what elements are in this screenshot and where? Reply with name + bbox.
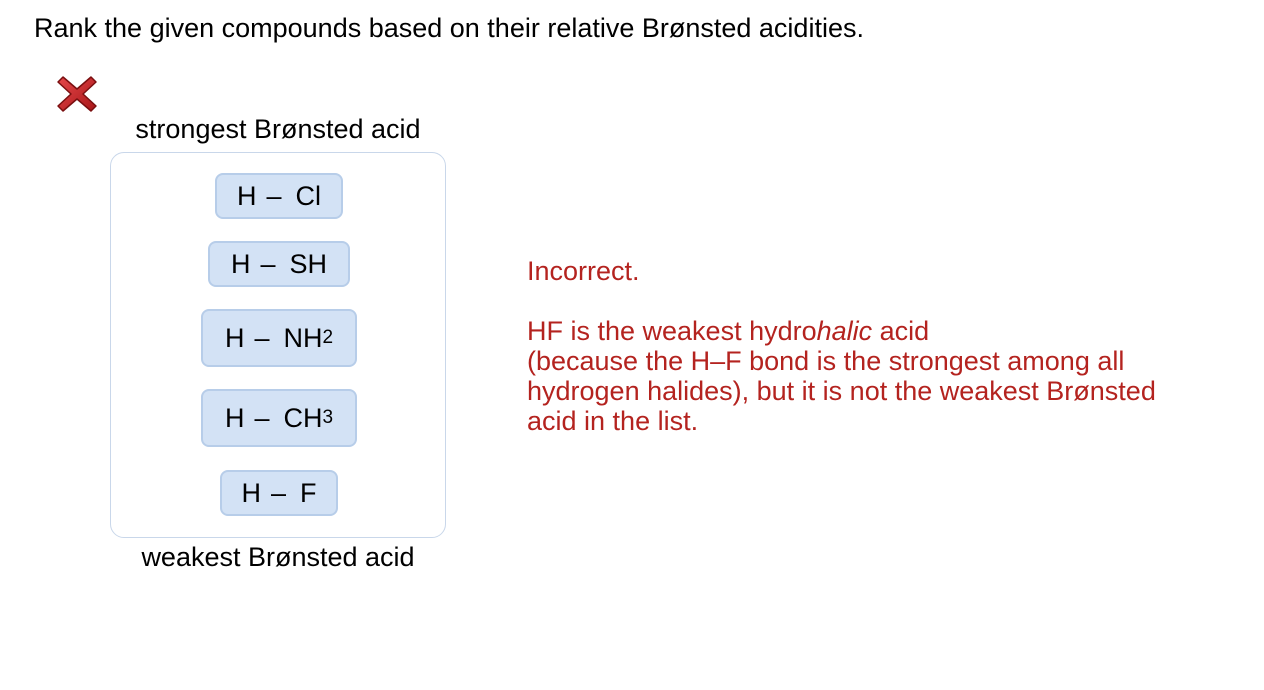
chip-hydrogen: H — [236, 180, 257, 211]
compound-chip-hsh[interactable]: H – SH — [208, 241, 350, 287]
chip-group: NH — [283, 322, 323, 353]
compound-chip-hnh2[interactable]: H – NH 2 — [201, 309, 357, 367]
feedback-text: acid — [872, 316, 930, 346]
red-x-icon — [57, 76, 97, 112]
chip-bond: – — [270, 477, 287, 508]
chip-group: CH — [283, 402, 323, 433]
feedback-explanation: HF is the weakest hydrohalic acid (becau… — [527, 316, 1167, 436]
compound-chip-hf[interactable]: H – F — [220, 470, 338, 516]
chip-group: F — [300, 477, 317, 508]
ranking-dropzone[interactable]: H – Cl H – SH H – NH 2 H – CH 3 H – F — [110, 152, 446, 538]
chip-hydrogen: H — [224, 402, 245, 433]
chip-bond: – — [254, 402, 270, 433]
weakest-label: weakest Brønsted acid — [141, 542, 415, 572]
chip-hydrogen: H — [230, 248, 251, 279]
feedback-text: (because the H–F bond is the strongest a… — [527, 346, 1156, 436]
chip-bond: – — [254, 322, 270, 353]
feedback-text: HF is the weakest hydro — [527, 316, 817, 346]
chip-bond: – — [266, 180, 282, 211]
question-page: Rank the given compounds based on their … — [0, 0, 1264, 690]
chip-hydrogen: H — [224, 322, 245, 353]
compound-chip-hch3[interactable]: H – CH 3 — [201, 389, 357, 447]
compound-chip-hcl[interactable]: H – Cl — [215, 173, 343, 219]
chip-bond: – — [260, 248, 276, 279]
chip-group: Cl — [295, 180, 322, 211]
question-prompt: Rank the given compounds based on their … — [34, 13, 864, 43]
feedback-panel: Incorrect. HF is the weakest hydrohalic … — [527, 254, 1167, 436]
strongest-label: strongest Brønsted acid — [135, 114, 421, 144]
chip-group: SH — [289, 248, 328, 279]
feedback-emphasis: halic — [816, 316, 873, 346]
chip-hydrogen: H — [241, 477, 261, 508]
feedback-title: Incorrect. — [527, 256, 640, 286]
